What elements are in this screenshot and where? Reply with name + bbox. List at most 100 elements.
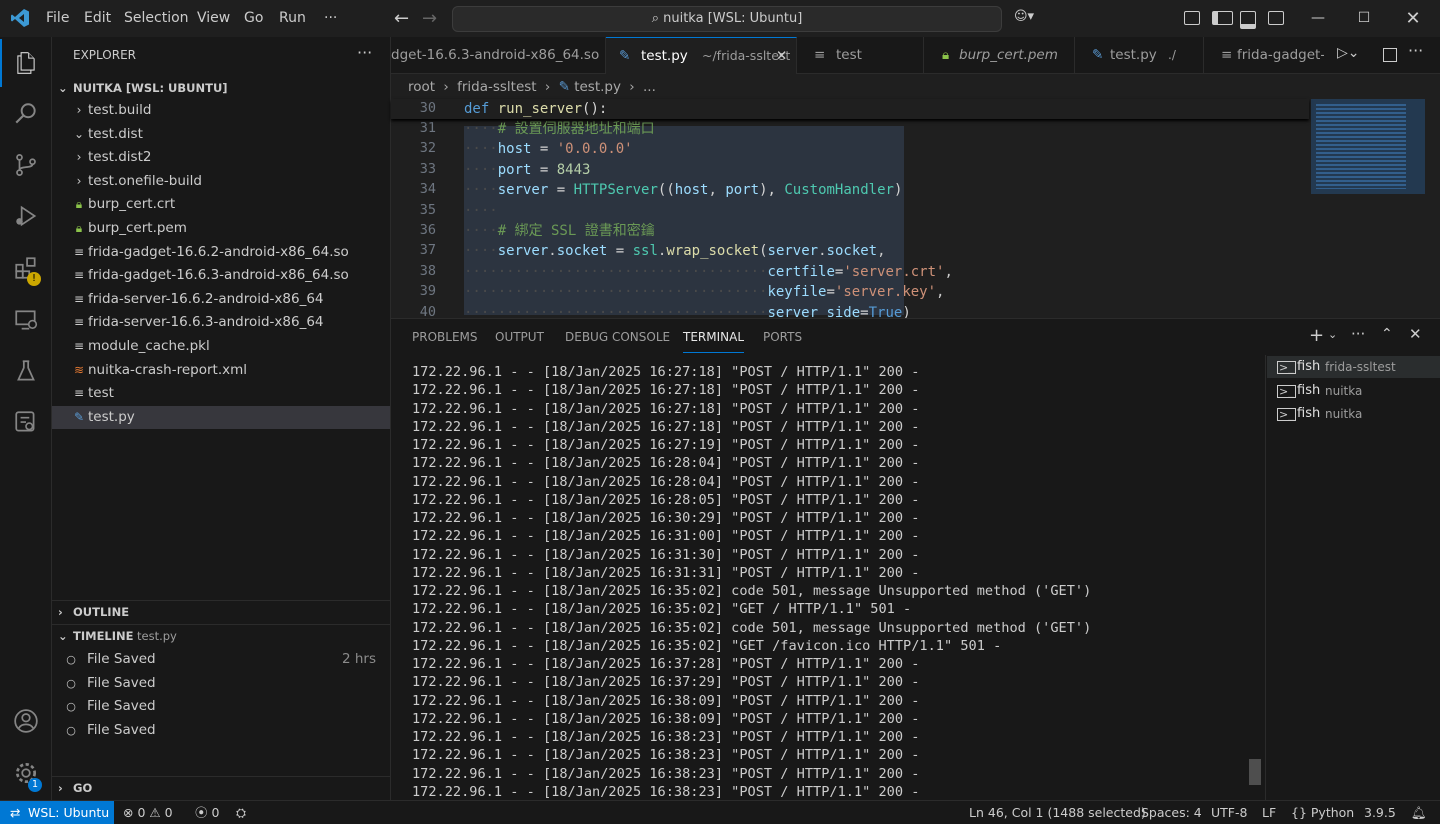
timeline-item[interactable]: ○ File Saved xyxy=(52,672,390,696)
breadcrumb-item[interactable]: frida-ssltest xyxy=(457,79,537,95)
menu-run[interactable]: Run xyxy=(279,0,306,37)
close-panel-icon[interactable]: ✕ xyxy=(1409,325,1422,343)
toggle-panel-icon[interactable] xyxy=(1240,11,1256,29)
code-line[interactable]: ····································keyf… xyxy=(464,282,944,302)
remote-indicator[interactable]: ⇄ WSL: Ubuntu xyxy=(0,801,114,824)
manage-gear-icon[interactable]: 1 xyxy=(0,749,51,797)
code-editor[interactable]: root › frida-ssltest › ✎ test.py › ... 3… xyxy=(391,74,1440,321)
accounts-icon[interactable] xyxy=(0,697,51,745)
tree-item[interactable]: 🔒︎ burp_cert.crt xyxy=(52,193,390,217)
explorer-icon[interactable] xyxy=(0,39,51,87)
breadcrumb-item[interactable]: ... xyxy=(643,79,656,95)
run-debug-icon[interactable] xyxy=(0,192,51,240)
code-line[interactable]: ····································cert… xyxy=(464,262,953,282)
tree-item[interactable]: ≡ frida-server-16.6.2-android-x86_64 xyxy=(52,288,390,312)
notifications-bell-icon[interactable]: 🔔︎ xyxy=(1411,801,1427,824)
outline-header[interactable]: › OUTLINE xyxy=(52,601,390,623)
tree-item[interactable]: ⌄ test.dist xyxy=(52,123,390,147)
tab-test-py-active[interactable]: ✎ test.py ~/frida-ssltest ✕ xyxy=(606,37,797,74)
tree-item[interactable]: ≡ frida-gadget-16.6.3-android-x86_64.so xyxy=(52,264,390,288)
menu-view[interactable]: View xyxy=(197,0,230,37)
panel-tab-problems[interactable]: PROBLEMS xyxy=(412,319,478,355)
customize-layout-icon[interactable] xyxy=(1184,11,1200,25)
minimize-button[interactable]: — xyxy=(1295,0,1341,37)
tab-burp-cert[interactable]: 🔒︎ burp_cert.pem xyxy=(924,37,1075,73)
timeline-item[interactable]: ○ File Saved xyxy=(52,719,390,743)
go-header[interactable]: › GO xyxy=(52,777,390,799)
indentation[interactable]: Spaces: 4 xyxy=(1141,801,1202,824)
tree-item[interactable]: 🔒︎ burp_cert.pem xyxy=(52,217,390,241)
tab-test[interactable]: ≡ test xyxy=(797,37,924,73)
menu-selection[interactable]: Selection xyxy=(124,0,189,37)
remote-explorer-icon[interactable] xyxy=(0,296,51,344)
folder-header[interactable]: ⌄ NUITKA [WSL: UBUNTU] xyxy=(52,77,390,99)
close-tab-icon[interactable]: ✕ xyxy=(776,38,787,74)
problems-status[interactable]: ⊗ 0 ⚠ 0 xyxy=(123,801,173,824)
extensions-icon[interactable]: ! xyxy=(0,244,51,292)
terminal-list-item[interactable]: >_ fish frida-ssltest xyxy=(1267,356,1440,378)
command-center[interactable]: ⌕ nuitka [WSL: Ubuntu] xyxy=(452,6,1002,32)
run-python-icon[interactable]: ▷⌄ xyxy=(1337,45,1360,61)
code-line[interactable]: ····server.socket = ssl.wrap_socket(serv… xyxy=(464,241,886,261)
panel-tab-ports[interactable]: PORTS xyxy=(763,319,802,355)
tree-item[interactable]: › test.dist2 xyxy=(52,146,390,170)
panel-tab-output[interactable]: OUTPUT xyxy=(495,319,544,355)
new-terminal-icon[interactable]: + xyxy=(1309,325,1324,346)
terminal-list-item[interactable]: >_ fish nuitka xyxy=(1267,380,1440,402)
toggle-secondary-sidebar-icon[interactable] xyxy=(1268,11,1284,25)
timeline-item[interactable]: ○ File Saved xyxy=(52,695,390,719)
encoding[interactable]: UTF-8 xyxy=(1211,801,1247,824)
tab-frida-gadget-1[interactable]: ≡ frida-gadget-1 xyxy=(1204,37,1324,73)
python-version[interactable]: 3.9.5 xyxy=(1364,801,1396,824)
code-line[interactable]: ····# 綁定 SSL 證書和密鑰 xyxy=(464,221,655,241)
copilot-icon[interactable]: ☺▾ xyxy=(1014,9,1034,24)
search-icon[interactable] xyxy=(0,90,51,138)
debug-icon[interactable]: ⛭ xyxy=(236,801,246,824)
panel-tab-terminal[interactable]: TERMINAL xyxy=(683,322,745,353)
container-icon[interactable] xyxy=(0,398,51,446)
split-editor-icon[interactable] xyxy=(1383,48,1397,62)
tree-item[interactable]: ≡ test xyxy=(52,382,390,406)
editor-more-icon[interactable]: ··· xyxy=(1408,41,1423,60)
tab-frida-gadget[interactable]: dget-16.6.3-android-x86_64.so xyxy=(391,37,606,73)
code-line[interactable]: ····host = '0.0.0.0' xyxy=(464,139,633,159)
breadcrumb-item[interactable]: root xyxy=(408,79,435,95)
tree-item[interactable]: › test.build xyxy=(52,99,390,123)
breadcrumb-item[interactable]: test.py xyxy=(574,79,621,95)
source-control-icon[interactable] xyxy=(0,141,51,189)
tree-item[interactable]: ≋ nuitka-crash-report.xml xyxy=(52,359,390,383)
more-menu-icon[interactable]: ··· xyxy=(324,0,337,37)
menu-edit[interactable]: Edit xyxy=(84,0,111,37)
maximize-button[interactable]: ☐ xyxy=(1341,0,1387,37)
ports-status[interactable]: ⦿ 0 xyxy=(195,801,219,824)
tree-item[interactable]: ≡ frida-gadget-16.6.2-android-x86_64.so xyxy=(52,241,390,265)
tab-test-py-2[interactable]: ✎ test.py ./ xyxy=(1075,37,1204,73)
terminal-scrollbar[interactable] xyxy=(1249,759,1261,785)
forward-arrow-icon[interactable]: → xyxy=(422,0,437,37)
chevron-down-icon[interactable]: ⌄ xyxy=(1328,328,1337,341)
timeline-header[interactable]: ⌄ TIMELINE test.py xyxy=(52,625,390,647)
end-of-line[interactable]: LF xyxy=(1262,801,1276,824)
code-line[interactable]: ···· xyxy=(464,201,498,221)
menu-file[interactable]: File xyxy=(46,0,69,37)
terminal-list-item[interactable]: >_ fish nuitka xyxy=(1267,403,1440,425)
menu-go[interactable]: Go xyxy=(244,0,263,37)
panel-tab-debug-console[interactable]: DEBUG CONSOLE xyxy=(565,319,670,355)
language-mode[interactable]: {} Python xyxy=(1291,801,1354,824)
tree-item[interactable]: ✎ test.py xyxy=(52,405,390,430)
explorer-more-icon[interactable]: ··· xyxy=(357,43,372,62)
cursor-position[interactable]: Ln 46, Col 1 (1488 selected) xyxy=(969,801,1146,824)
timeline-item[interactable]: ○ File Saved 2 hrs xyxy=(52,648,390,672)
testing-icon[interactable] xyxy=(0,347,51,395)
code-line[interactable]: ····port = 8443 xyxy=(464,160,590,180)
tree-item[interactable]: › test.onefile-build xyxy=(52,170,390,194)
tree-item[interactable]: ≡ module_cache.pkl xyxy=(52,335,390,359)
close-window-button[interactable]: ✕ xyxy=(1390,0,1436,37)
code-line[interactable]: ····# 設置伺服器地址和端口 xyxy=(464,119,655,139)
back-arrow-icon[interactable]: ← xyxy=(394,0,409,37)
sticky-scroll[interactable]: 30 def run_server(): xyxy=(391,99,1309,119)
toggle-sidebar-icon[interactable] xyxy=(1212,11,1233,25)
maximize-panel-icon[interactable]: ⌃ xyxy=(1381,326,1393,342)
tree-item[interactable]: ≡ frida-server-16.6.3-android-x86_64 xyxy=(52,311,390,335)
panel-more-icon[interactable]: ··· xyxy=(1351,325,1365,343)
